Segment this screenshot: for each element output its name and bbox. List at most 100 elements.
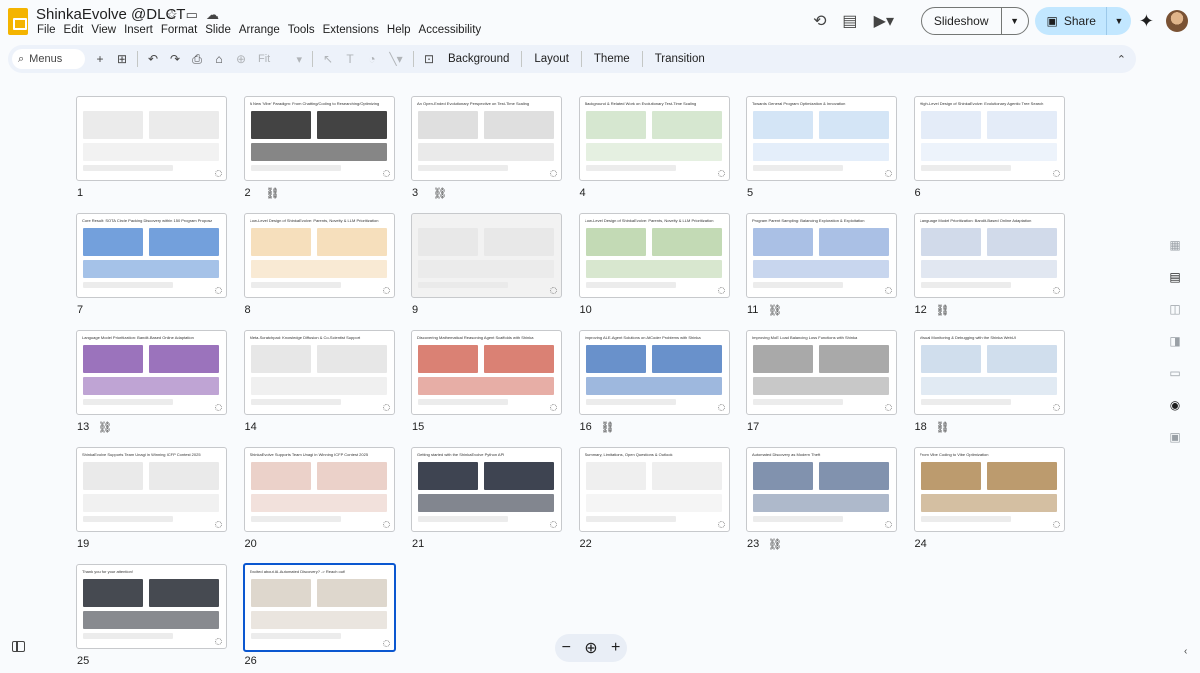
linked-slide-icon[interactable]: ⛓ [266,187,280,200]
linked-slide-icon[interactable]: ⛓ [601,421,615,434]
slide-number: 22 [579,538,592,550]
zoom-out-icon[interactable]: − [562,639,571,657]
keep-notes-icon[interactable]: ▤ [1165,267,1185,287]
slide-thumbnail[interactable]: Excited about AI-Automated Discovery? ->… [242,563,396,652]
linked-slide-icon[interactable]: ⛓ [433,187,447,200]
slide-thumbnail[interactable]: ShinkaEvolve Supports Team Unagi in Winn… [243,447,395,532]
slide-number: 25 [77,655,90,667]
share-dropdown-icon[interactable]: ▼ [1107,16,1131,26]
select-cursor-icon[interactable]: ↖ [317,48,339,70]
linked-slide-icon[interactable]: ⛓ [768,304,782,317]
slide-thumbnail[interactable]: From Vibe Coding to Vibe Optimization [913,447,1065,532]
menu-insert[interactable]: Insert [124,24,158,36]
slide-thumbnail[interactable]: High-Level Design of ShinkaEvolve: Evolu… [913,96,1065,181]
menu-extensions[interactable]: Extensions [323,24,384,36]
linked-slide-icon[interactable]: ⛓ [936,421,950,434]
slideshow-label[interactable]: Slideshow [922,8,1002,34]
slide-thumbnail[interactable]: Meta-Scratchpad: Knowledge Diffusion & C… [243,330,395,415]
document-title[interactable]: ShinkaEvolve @DLCT [36,6,185,23]
menu-accessibility[interactable]: Accessibility [419,24,487,36]
linked-slide-icon[interactable]: ⛓ [936,304,950,317]
slide-thumbnail[interactable]: Automated Discovery as Modern Theft [746,447,897,532]
meet-video-icon[interactable]: ▶▾ [865,6,903,36]
slide-number: 18 [914,421,927,433]
theme-button[interactable]: Theme [586,53,638,65]
record-icon[interactable]: ◉ [1165,395,1185,415]
side-panel-collapse-icon[interactable]: ‹ [1184,646,1187,657]
slide-thumbnail[interactable]: A New 'Vibe' Paradigm: From Chatting/Cod… [243,96,395,181]
gemini-sparkle-icon[interactable]: ✦ [1139,11,1154,32]
filmstrip-toggle-icon[interactable] [12,641,25,652]
share-label-wrap[interactable]: ▣ Share [1035,7,1107,35]
layout-button[interactable]: Layout [526,53,577,65]
slide-thumbnail[interactable]: Visual Monitoring & Debugging with the S… [913,330,1065,415]
slide-thumbnail[interactable]: ShinkaEvolve Supports Team Unagi in Winn… [76,447,227,532]
move-folder-icon[interactable]: ▭ [186,7,198,23]
slide-thumbnail[interactable] [76,96,227,181]
slide-thumbnail[interactable]: Program Parent Sampling: Balancing Explo… [746,213,897,298]
zoom-in-icon[interactable]: + [611,639,620,657]
zoom-magnifier-icon[interactable]: ⊕ [584,638,597,658]
slide-thumbnail[interactable]: Discovering Mathematical Reasoning Agent… [411,330,562,415]
comments-icon[interactable]: ▤ [835,6,865,36]
slide-thumbnail[interactable]: Low-Level Design of ShinkaEvolve: Parent… [578,213,730,298]
cloud-status-icon[interactable]: ☁ [206,7,219,23]
undo-icon[interactable]: ↶ [142,48,164,70]
slide-thumbnail[interactable]: An Open-Ended Evolutionary Perspective o… [411,96,562,181]
menu-file[interactable]: File [37,24,61,36]
slide-thumbnail[interactable]: Improving ALE-Agent Solutions on AtCoder… [578,330,730,415]
version-history-icon[interactable]: ⟲ [805,6,835,36]
slide-thumbnail[interactable]: Core Result: SOTA Circle Packing Discove… [76,213,227,298]
zoom-select[interactable]: Fit ▾ [252,49,308,69]
slide-thumbnail[interactable] [411,213,562,298]
menu-search[interactable]: ⌕ Menus [12,49,85,69]
slide-thumbnail[interactable]: Getting started with the ShinkaEvolve Py… [411,447,562,532]
paint-format-icon[interactable]: ⌂ [208,48,230,70]
add-comment-icon[interactable]: ⊡ [418,48,440,70]
star-icon[interactable]: ☆ [166,7,178,23]
linked-slide-icon[interactable]: ⛓ [98,421,112,434]
slide-thumbnail[interactable]: Language Model Prioritization: Bandit-Ba… [913,213,1065,298]
background-button[interactable]: Background [440,53,517,65]
menu-slide[interactable]: Slide [205,24,236,36]
meet-icon[interactable]: ▣ [1165,427,1185,447]
slide-thumbnail-graphic [585,345,646,373]
slide-thumbnail-title: Background & Related Work on Evolutionar… [584,101,697,106]
slide-thumbnail[interactable]: Improving MoE Load Balancing Loss Functi… [746,330,897,415]
slide-thumbnail[interactable]: Low-Level Design of ShinkaEvolve: Parent… [243,213,395,298]
new-slide-icon[interactable]: + [89,48,111,70]
avatar[interactable] [1166,10,1188,32]
slideshow-button[interactable]: Slideshow ▼ [920,7,1029,35]
folder-icon[interactable]: ▭ [1165,363,1185,383]
menu-help[interactable]: Help [387,24,416,36]
slide-thumbnail[interactable]: Background & Related Work on Evolutionar… [578,96,730,181]
menu-view[interactable]: View [91,24,121,36]
print-icon[interactable]: ⎙ [186,48,208,70]
line-icon[interactable]: ╲▾ [383,48,409,70]
text-box-icon[interactable]: T [339,48,361,70]
slide-thumbnail-graphic [418,462,478,490]
calendar-icon[interactable]: ▦ [1165,235,1185,255]
slide-thumbnail[interactable]: Towards General Program Optimization & I… [746,96,897,181]
slideshow-dropdown-icon[interactable]: ▼ [1002,16,1028,26]
slide-thumbnail-graphic [651,228,722,256]
image-icon[interactable]: ◔ [361,48,383,70]
tasks-icon[interactable]: ◫ [1165,299,1185,319]
new-slide-layout-icon[interactable]: ⊞ [111,48,133,70]
transition-button[interactable]: Transition [647,53,713,65]
slides-logo-icon[interactable] [8,8,28,35]
linked-slide-icon[interactable]: ⛓ [768,538,782,551]
redo-icon[interactable]: ↷ [164,48,186,70]
collapse-toolbar-icon[interactable]: ⌃ [1117,53,1126,66]
slide-thumbnail[interactable]: Summary, Limitations, Open Questions & O… [578,447,730,532]
menu-format[interactable]: Format [161,24,202,36]
menu-arrange[interactable]: Arrange [239,24,285,36]
contacts-icon[interactable]: ◨ [1165,331,1185,351]
menu-edit[interactable]: Edit [64,24,89,36]
slide-thumbnail[interactable]: Thank you for your attention! [76,564,227,649]
zoom-icon[interactable]: ⊕ [230,48,252,70]
share-button[interactable]: ▣ Share ▼ [1034,7,1131,35]
slide-number: 15 [412,421,425,433]
menu-tools[interactable]: Tools [288,24,320,36]
slide-thumbnail[interactable]: Language Model Prioritization: Bandit-Ba… [76,330,227,415]
